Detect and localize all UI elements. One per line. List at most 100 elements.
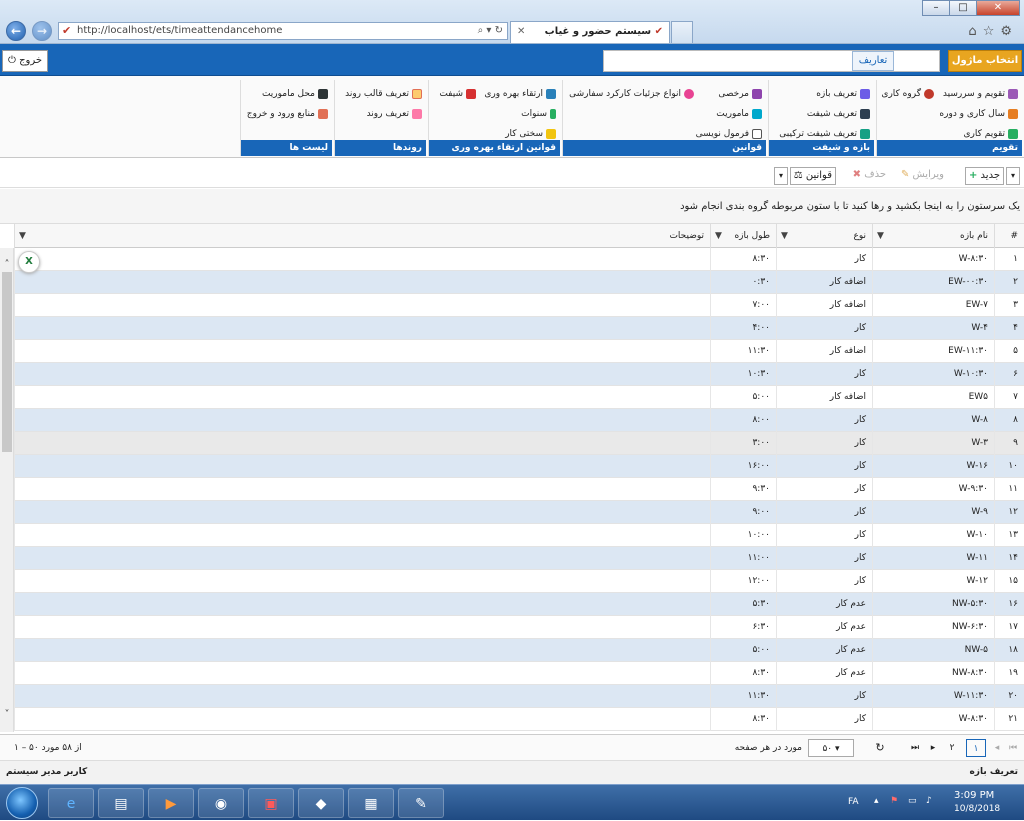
new-button[interactable]: + جدید bbox=[964, 167, 1004, 185]
language-indicator[interactable]: FA bbox=[848, 797, 859, 807]
close-window-button[interactable]: ✕ bbox=[976, 0, 1020, 16]
tray-date[interactable]: 10/8/2018 bbox=[954, 804, 1000, 814]
tray-time[interactable]: 3:09 PM bbox=[954, 790, 994, 801]
table-row[interactable]: ۲ EW-۰۰:۳۰ اضافه کار ۰:۳۰ bbox=[14, 271, 1024, 294]
ribbon-item-leave[interactable]: مرخصی bbox=[718, 88, 762, 100]
ribbon-item-custom-work-detail[interactable]: انواع جزئیات کارکرد سفارشی bbox=[569, 88, 694, 100]
ribbon-item-define-shift[interactable]: تعریف شیفت bbox=[807, 108, 870, 120]
tray-flag-icon[interactable]: ⚑ bbox=[890, 796, 898, 806]
edit-button[interactable]: ✎ ویرایش bbox=[901, 167, 944, 185]
ribbon-item-calendar[interactable]: تقویم و سررسید bbox=[943, 88, 1018, 100]
maximize-button[interactable]: □ bbox=[949, 0, 977, 16]
filter-icon[interactable]: ▼ bbox=[877, 224, 884, 248]
column-header-type[interactable]: نوع ▼ bbox=[776, 224, 872, 248]
taskbar-paint-icon[interactable]: ✎ bbox=[398, 788, 444, 818]
table-row[interactable]: ۱۶ NW-۵:۳۰ عدم کار ۵:۳۰ bbox=[14, 593, 1024, 616]
column-header-description[interactable]: توضیحات ▼ bbox=[14, 224, 710, 248]
pager-first-icon[interactable]: ⏮ bbox=[1006, 739, 1020, 757]
table-row[interactable]: ۱۴ W-۱۱ کار ۱۱:۰۰ bbox=[14, 547, 1024, 570]
ribbon-item-seniority[interactable]: سنوات bbox=[521, 108, 556, 120]
ribbon-item-workgroup[interactable]: گروه کاری bbox=[881, 88, 934, 100]
table-row[interactable]: ۱۳ W-۱۰ کار ۱۰:۰۰ bbox=[14, 524, 1024, 547]
table-row[interactable]: ۱۷ NW-۶:۳۰ عدم کار ۶:۳۰ bbox=[14, 616, 1024, 639]
table-row[interactable]: ۱۰ W-۱۶ کار ۱۶:۰۰ bbox=[14, 455, 1024, 478]
table-row[interactable]: ۱ W-۸:۳۰ کار ۸:۳۰ bbox=[14, 248, 1024, 271]
group-by-drop-area[interactable]: یک سرستون را به اینجا بکشید و رها کنید ت… bbox=[0, 189, 1024, 224]
address-bar[interactable]: ✔ http://localhost/ets/timeattendancehom… bbox=[58, 22, 508, 40]
page-size-select[interactable]: ۵۰ ▾ bbox=[808, 739, 854, 757]
taskbar-explorer-icon[interactable]: ▤ bbox=[98, 788, 144, 818]
rules-button[interactable]: ⚖ قوانین bbox=[789, 167, 836, 185]
ribbon-item-mission-location[interactable]: محل ماموریت bbox=[262, 88, 328, 100]
table-row[interactable]: ۶ W-۱۰:۳۰ کار ۱۰:۳۰ bbox=[14, 363, 1024, 386]
column-header-length[interactable]: طول بازه ▼ bbox=[710, 224, 776, 248]
table-row[interactable]: ۲۰ W-۱۱:۳۰ کار ۱۱:۳۰ bbox=[14, 685, 1024, 708]
definitions-tab[interactable]: تعاریف bbox=[852, 51, 894, 71]
ribbon-item-mission[interactable]: ماموریت bbox=[716, 108, 762, 120]
ribbon-item-define-workflow[interactable]: تعریف روند bbox=[367, 108, 422, 120]
home-icon[interactable]: ⌂ bbox=[968, 24, 982, 39]
taskbar-chrome-icon[interactable]: ◉ bbox=[198, 788, 244, 818]
ribbon-item-composite-shift[interactable]: تعریف شیفت ترکیبی bbox=[779, 128, 870, 140]
scroll-thumb[interactable] bbox=[2, 272, 12, 452]
taskbar-visual-studio-icon[interactable]: ◆ bbox=[298, 788, 344, 818]
tray-arrow-icon[interactable]: ▴ bbox=[874, 796, 879, 806]
taskbar-control-panel-icon[interactable]: ▦ bbox=[348, 788, 394, 818]
logout-button[interactable]: ⏻ خروج bbox=[2, 50, 48, 72]
pager-prev-icon[interactable]: ◂ bbox=[990, 739, 1004, 757]
table-row[interactable]: ۲۱ W-۸:۳۰ کار ۸:۳۰ bbox=[14, 708, 1024, 731]
table-row[interactable]: ۱۱ W-۹:۳۰ کار ۹:۳۰ bbox=[14, 478, 1024, 501]
table-row[interactable]: ۸ W-۸ کار ۸:۰۰ bbox=[14, 409, 1024, 432]
grid-vertical-scrollbar[interactable]: ˄ ˅ bbox=[0, 248, 14, 732]
filter-icon[interactable]: ▼ bbox=[781, 224, 788, 248]
favorites-star-icon[interactable]: ☆ bbox=[983, 24, 1001, 39]
tray-volume-icon[interactable]: ♪ bbox=[926, 796, 932, 806]
ribbon-item-work-year[interactable]: سال کاری و دوره bbox=[939, 108, 1018, 120]
table-row[interactable]: ۹ W-۳ کار ۳:۰۰ bbox=[14, 432, 1024, 455]
ribbon-item-formula[interactable]: فرمول نویسی bbox=[696, 128, 762, 140]
tab-close-icon[interactable]: ✕ bbox=[517, 22, 525, 42]
rules-dropdown-toggle[interactable]: ▾ bbox=[774, 167, 788, 185]
pager-next-icon[interactable]: ▸ bbox=[926, 739, 940, 757]
new-dropdown-toggle[interactable]: ▾ bbox=[1006, 167, 1020, 185]
pager-page-1[interactable]: ۱ bbox=[966, 739, 986, 757]
refresh-icon[interactable]: ↻ bbox=[872, 739, 888, 757]
table-row[interactable]: ۵ EW-۱۱:۳۰ اضافه کار ۱۱:۳۰ bbox=[14, 340, 1024, 363]
column-header-name[interactable]: نام بازه ▼ bbox=[872, 224, 994, 248]
ribbon-item-shift[interactable]: شیفت bbox=[439, 88, 476, 100]
table-row[interactable]: ۱۸ NW-۵ عدم کار ۵:۰۰ bbox=[14, 639, 1024, 662]
browser-tool-icons[interactable]: ⌂☆⚙ bbox=[968, 24, 1018, 39]
minimize-button[interactable]: – bbox=[922, 0, 950, 16]
ribbon-item-workflow-template[interactable]: تعریف قالب روند bbox=[345, 88, 422, 100]
select-module-button[interactable]: انتخاب ماژول ▾ bbox=[948, 50, 1022, 86]
ribbon-item-define-range[interactable]: تعریف بازه bbox=[816, 88, 870, 100]
table-row[interactable]: ۳ EW-۷ اضافه کار ۷:۰۰ bbox=[14, 294, 1024, 317]
scroll-up-icon[interactable]: ˄ bbox=[0, 258, 14, 272]
ribbon-item-hardship[interactable]: سختی کار bbox=[505, 128, 556, 140]
excel-export-icon[interactable]: X bbox=[18, 251, 40, 273]
delete-button[interactable]: ✖ حذف bbox=[853, 167, 886, 185]
table-row[interactable]: ۱۵ W-۱۲ کار ۱۲:۰۰ bbox=[14, 570, 1024, 593]
settings-gear-icon[interactable]: ⚙ bbox=[1000, 24, 1018, 39]
taskbar-toolbox-icon[interactable]: ▣ bbox=[248, 788, 294, 818]
forward-button[interactable]: → bbox=[32, 21, 52, 41]
table-row[interactable]: ۱۹ NW-۸:۳۰ عدم کار ۸:۳۰ bbox=[14, 662, 1024, 685]
column-header-num[interactable]: # bbox=[994, 224, 1024, 248]
pager-page-2[interactable]: ۲ bbox=[942, 739, 962, 757]
filter-icon[interactable]: ▼ bbox=[19, 224, 26, 248]
back-button[interactable]: ← bbox=[6, 21, 26, 41]
tray-network-icon[interactable]: ▭ bbox=[908, 796, 917, 806]
taskbar-media-icon[interactable]: ▶ bbox=[148, 788, 194, 818]
table-row[interactable]: ۴ W-۴ کار ۴:۰۰ bbox=[14, 317, 1024, 340]
browser-tab-active[interactable]: ✕ سیستم حضور و غیاب ✔ bbox=[510, 21, 670, 43]
ribbon-item-productivity[interactable]: ارتقاء بهره وری bbox=[484, 88, 556, 100]
ribbon-item-entry-sources[interactable]: منابع ورود و خروج bbox=[247, 108, 328, 120]
pager-last-icon[interactable]: ⏭ bbox=[908, 739, 922, 757]
ribbon-item-work-calendar[interactable]: تقویم کاری bbox=[964, 128, 1018, 140]
scroll-down-icon[interactable]: ˅ bbox=[0, 708, 14, 722]
start-button[interactable] bbox=[6, 787, 38, 819]
table-row[interactable]: ۱۲ W-۹ کار ۹:۰۰ bbox=[14, 501, 1024, 524]
new-tab-button[interactable] bbox=[671, 21, 693, 43]
filter-icon[interactable]: ▼ bbox=[715, 224, 722, 248]
taskbar-ie-icon[interactable]: e bbox=[48, 788, 94, 818]
